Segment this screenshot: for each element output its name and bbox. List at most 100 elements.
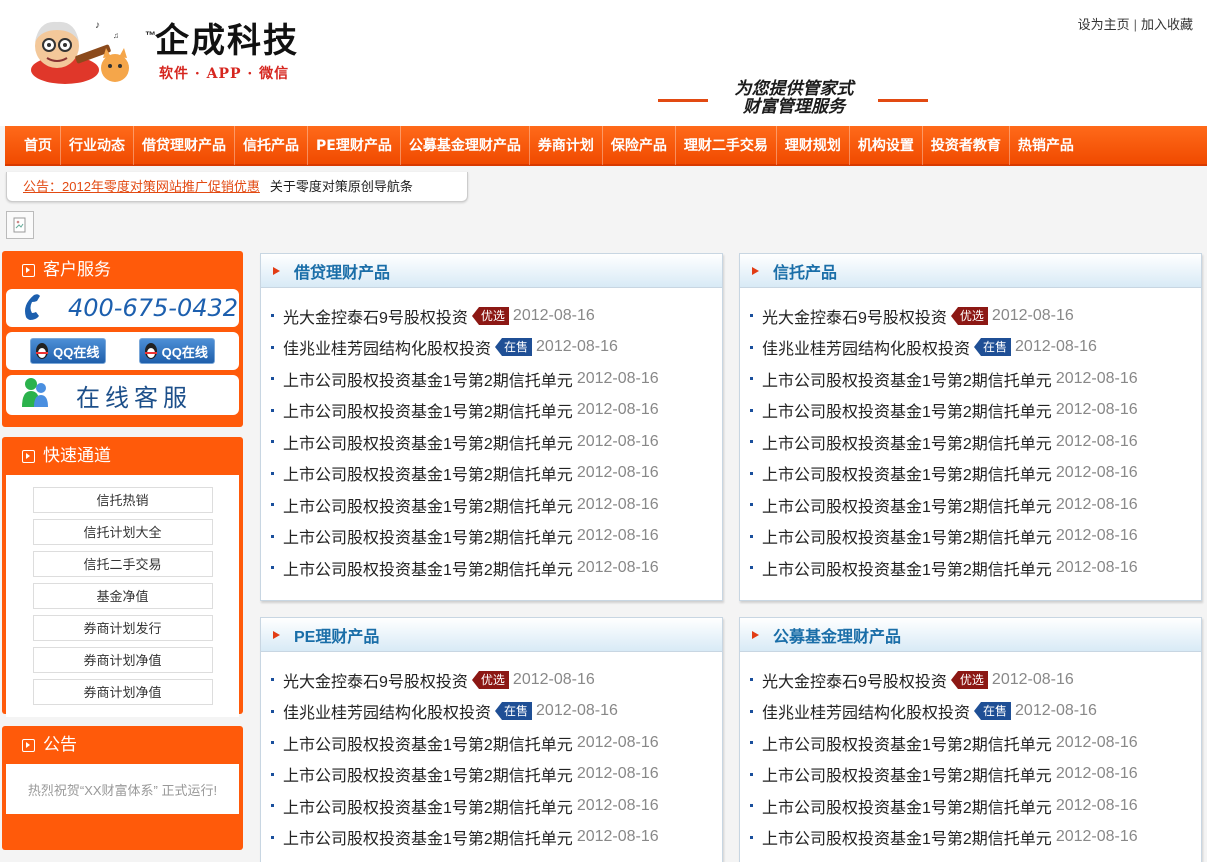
product-link[interactable]: 上市公司股权投资基金1号第2期信托单元 — [283, 825, 573, 849]
quick-link-trust-secondary[interactable]: 信托二手交易 — [32, 551, 213, 577]
service-phone[interactable]: 400-675-0432 — [6, 289, 239, 327]
bullet-icon — [750, 835, 753, 839]
panel-header: 信托产品 — [740, 254, 1201, 288]
bullet-icon — [750, 709, 753, 713]
nav-item-public-funds[interactable]: 公募基金理财产品 — [401, 125, 530, 165]
list-item: 光大金控泰石9号股权投资 优选 2012-08-16 — [750, 664, 1201, 696]
notice-link-navbar[interactable]: 关于零度对策原创导航条 — [270, 179, 413, 194]
list-item: 上市公司股权投资基金1号第2期信托单元 2012-08-16 — [271, 458, 722, 490]
product-link[interactable]: 上市公司股权投资基金1号第2期信托单元 — [283, 556, 573, 580]
panel-title[interactable]: 借贷理财产品 — [294, 259, 390, 283]
quick-link-broker-nav[interactable]: 券商计划净值 — [32, 647, 213, 673]
product-link[interactable]: 光大金控泰石9号股权投资 — [283, 668, 468, 692]
nav-item-industry-news[interactable]: 行业动态 — [61, 125, 134, 165]
product-link[interactable]: 上市公司股权投资基金1号第2期信托单元 — [283, 493, 573, 517]
nav-item-insurance[interactable]: 保险产品 — [603, 125, 676, 165]
nav-item-financial-planning[interactable]: 理财规划 — [777, 125, 850, 165]
list-item: 光大金控泰石9号股权投资 优选 2012-08-16 — [271, 664, 722, 696]
product-date: 2012-08-16 — [536, 702, 618, 720]
panel-list: 光大金控泰石9号股权投资 优选 2012-08-16 佳兆业桂芳园结构化股权投资 在售 2… — [261, 288, 722, 596]
status-badge: 在售 — [974, 338, 1012, 357]
product-link[interactable]: 上市公司股权投资基金1号第2期信托单元 — [762, 825, 1052, 849]
site-logo[interactable]: ♪ ♫ ™ 企成科技 软件 · APP · 微信 — [17, 12, 360, 92]
quick-link-trust-plans[interactable]: 信托计划大全 — [32, 519, 213, 545]
bullet-icon — [750, 566, 753, 570]
product-link[interactable]: 佳兆业桂芳园结构化股权投资 — [762, 699, 970, 723]
product-link[interactable]: 上市公司股权投资基金1号第2期信托单元 — [283, 461, 573, 485]
quick-link-fund-nav[interactable]: 基金净值 — [32, 583, 213, 609]
section-arrow-icon — [22, 449, 35, 463]
product-link[interactable]: 上市公司股权投资基金1号第2期信托单元 — [762, 461, 1052, 485]
bullet-icon — [750, 377, 753, 381]
product-date: 2012-08-16 — [576, 558, 659, 576]
list-item: 光大金控泰石9号股权投资 优选 2012-08-16 — [271, 300, 722, 332]
status-badge: 优选 — [950, 670, 988, 689]
nav-item-pe-products[interactable]: PE理财产品 — [308, 125, 401, 165]
bullet-icon — [271, 377, 274, 381]
product-date: 2012-08-16 — [1055, 369, 1138, 387]
panel-title[interactable]: PE理财产品 — [294, 623, 379, 647]
product-link[interactable]: 光大金控泰石9号股权投资 — [762, 668, 947, 692]
bullet-icon — [750, 345, 753, 349]
nav-item-institutions[interactable]: 机构设置 — [850, 125, 923, 165]
set-homepage-link[interactable]: 设为主页 — [1078, 17, 1130, 32]
product-date: 2012-08-16 — [576, 432, 659, 450]
notice-link-promo[interactable]: 公告：2012年零度对策网站推广促销优惠 — [23, 179, 260, 194]
product-link[interactable]: 佳兆业桂芳园结构化股权投资 — [762, 335, 970, 359]
bullet-icon — [271, 534, 274, 538]
product-link[interactable]: 上市公司股权投资基金1号第2期信托单元 — [762, 493, 1052, 517]
product-link[interactable]: 佳兆业桂芳园结构化股权投资 — [283, 335, 491, 359]
online-service-button[interactable]: 在线客服 — [6, 375, 239, 415]
list-item: 上市公司股权投资基金1号第2期信托单元 2012-08-16 — [271, 395, 722, 427]
panel-title[interactable]: 信托产品 — [773, 259, 837, 283]
product-link[interactable]: 上市公司股权投资基金1号第2期信托单元 — [762, 367, 1052, 391]
panel-trust-products: 信托产品 光大金控泰石9号股权投资 优选 2012-08-16 佳兆业桂芳园结构化股权投… — [739, 253, 1202, 601]
nav-item-trust-products[interactable]: 信托产品 — [235, 125, 308, 165]
product-link[interactable]: 上市公司股权投资基金1号第2期信托单元 — [283, 524, 573, 548]
quick-link-broker-nav-2[interactable]: 券商计划净值 — [32, 679, 213, 705]
product-link[interactable]: 上市公司股权投资基金1号第2期信托单元 — [283, 762, 573, 786]
status-badge: 在售 — [495, 702, 533, 721]
status-badge: 在售 — [495, 338, 533, 357]
product-link[interactable]: 上市公司股权投资基金1号第2期信托单元 — [762, 762, 1052, 786]
quick-link-trust-hot[interactable]: 信托热销 — [32, 487, 213, 513]
product-link[interactable]: 上市公司股权投资基金1号第2期信托单元 — [283, 430, 573, 454]
product-link[interactable]: 上市公司股权投资基金1号第2期信托单元 — [283, 398, 573, 422]
product-link[interactable]: 上市公司股权投资基金1号第2期信托单元 — [762, 430, 1052, 454]
product-link[interactable]: 上市公司股权投资基金1号第2期信托单元 — [283, 367, 573, 391]
bullet-icon — [750, 503, 753, 507]
product-link[interactable]: 上市公司股权投资基金1号第2期信托单元 — [762, 398, 1052, 422]
product-link[interactable]: 上市公司股权投资基金1号第2期信托单元 — [283, 794, 573, 818]
add-favorite-link[interactable]: 加入收藏 — [1141, 17, 1193, 32]
quick-link-broker-issue[interactable]: 券商计划发行 — [32, 615, 213, 641]
list-item: 上市公司股权投资基金1号第2期信托单元 2012-08-16 — [750, 822, 1201, 854]
nav-item-broker-plans[interactable]: 券商计划 — [530, 125, 603, 165]
nav-item-secondary-trading[interactable]: 理财二手交易 — [676, 125, 777, 165]
list-item: 上市公司股权投资基金1号第2期信托单元 2012-08-16 — [750, 458, 1201, 490]
nav-item-home[interactable]: 首页 — [16, 125, 61, 165]
qq-online-button-2[interactable]: QQ在线 — [138, 338, 215, 364]
nav-item-investor-education[interactable]: 投资者教育 — [923, 125, 1010, 165]
panel-title[interactable]: 公募基金理财产品 — [773, 623, 901, 647]
qq-online-label-2: QQ在线 — [161, 344, 208, 360]
nav-item-lending-products[interactable]: 借贷理财产品 — [134, 125, 235, 165]
product-link[interactable]: 上市公司股权投资基金1号第2期信托单元 — [762, 556, 1052, 580]
product-link[interactable]: 上市公司股权投资基金1号第2期信托单元 — [283, 731, 573, 755]
product-date: 2012-08-16 — [576, 733, 659, 751]
product-link[interactable]: 光大金控泰石9号股权投资 — [762, 304, 947, 328]
product-link[interactable]: 佳兆业桂芳园结构化股权投资 — [283, 699, 491, 723]
product-date: 2012-08-16 — [1055, 765, 1138, 783]
list-item: 上市公司股权投资基金1号第2期信托单元 2012-08-16 — [750, 727, 1201, 759]
list-item: 上市公司股权投资基金1号第2期信托单元 2012-08-16 — [271, 727, 722, 759]
product-link[interactable]: 上市公司股权投资基金1号第2期信托单元 — [762, 524, 1052, 548]
list-item: 上市公司股权投资基金1号第2期信托单元 2012-08-16 — [750, 759, 1201, 791]
product-link[interactable]: 上市公司股权投资基金1号第2期信托单元 — [762, 731, 1052, 755]
section-arrow-icon — [22, 738, 35, 752]
qq-online-button-1[interactable]: QQ在线 — [30, 338, 107, 364]
product-link[interactable]: 上市公司股权投资基金1号第2期信托单元 — [762, 794, 1052, 818]
product-link[interactable]: 光大金控泰石9号股权投资 — [283, 304, 468, 328]
quick-channel-title: 快速通道 — [43, 446, 111, 465]
nav-item-hot-products[interactable]: 热销产品 — [1010, 125, 1082, 165]
panel-header: 借贷理财产品 — [261, 254, 722, 288]
bullet-icon — [271, 566, 274, 570]
